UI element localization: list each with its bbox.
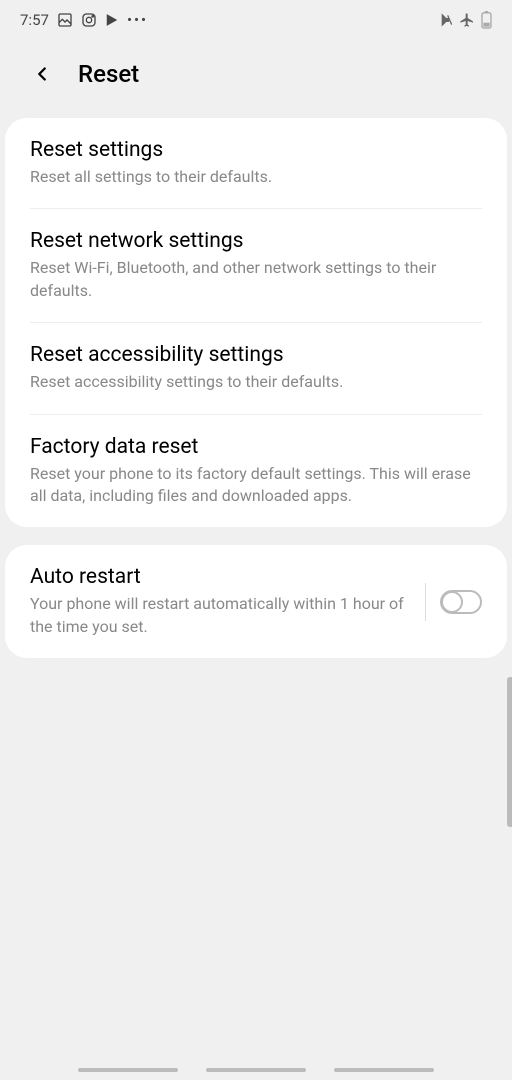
nav-recents[interactable] bbox=[78, 1068, 178, 1072]
row-title: Reset settings bbox=[30, 138, 482, 162]
row-desc: Reset accessibility settings to their de… bbox=[30, 371, 482, 393]
nav-home[interactable] bbox=[206, 1068, 306, 1072]
more-icon: ••• bbox=[127, 11, 148, 29]
divider bbox=[425, 583, 426, 621]
scrollbar[interactable] bbox=[507, 677, 512, 827]
row-desc: Reset all settings to their defaults. bbox=[30, 166, 482, 188]
factory-data-reset-row[interactable]: Factory data reset Reset your phone to i… bbox=[30, 415, 482, 528]
page-title: Reset bbox=[78, 60, 139, 88]
auto-restart-toggle[interactable] bbox=[440, 590, 482, 614]
image-icon bbox=[57, 12, 73, 28]
status-time: 7:57 bbox=[20, 11, 49, 29]
chevron-left-icon bbox=[31, 63, 53, 85]
reset-network-settings-row[interactable]: Reset network settings Reset Wi-Fi, Blue… bbox=[30, 209, 482, 323]
nav-back[interactable] bbox=[334, 1068, 434, 1072]
auto-restart-row[interactable]: Auto restart Your phone will restart aut… bbox=[30, 545, 482, 658]
back-button[interactable] bbox=[30, 62, 54, 86]
row-title: Reset accessibility settings bbox=[30, 343, 482, 367]
status-right bbox=[437, 11, 492, 29]
reset-options-card: Reset settings Reset all settings to the… bbox=[5, 118, 507, 527]
nav-bar bbox=[0, 1068, 512, 1072]
reset-settings-row[interactable]: Reset settings Reset all settings to the… bbox=[30, 118, 482, 209]
status-left: 7:57 ••• bbox=[20, 11, 148, 29]
status-bar: 7:57 ••• bbox=[0, 0, 512, 40]
row-desc: Your phone will restart automatically wi… bbox=[30, 593, 411, 638]
reset-accessibility-settings-row[interactable]: Reset accessibility settings Reset acces… bbox=[30, 323, 482, 414]
row-title: Reset network settings bbox=[30, 229, 482, 253]
row-title: Auto restart bbox=[30, 565, 411, 589]
vibrate-mute-icon bbox=[437, 12, 453, 28]
row-desc: Reset Wi-Fi, Bluetooth, and other networ… bbox=[30, 257, 482, 302]
header: Reset bbox=[0, 40, 512, 118]
row-desc: Reset your phone to its factory default … bbox=[30, 463, 482, 508]
row-title: Factory data reset bbox=[30, 435, 482, 459]
airplane-icon bbox=[459, 12, 475, 28]
play-icon bbox=[105, 12, 119, 28]
auto-restart-card: Auto restart Your phone will restart aut… bbox=[5, 545, 507, 658]
instagram-icon bbox=[81, 12, 97, 28]
battery-icon bbox=[481, 11, 492, 29]
